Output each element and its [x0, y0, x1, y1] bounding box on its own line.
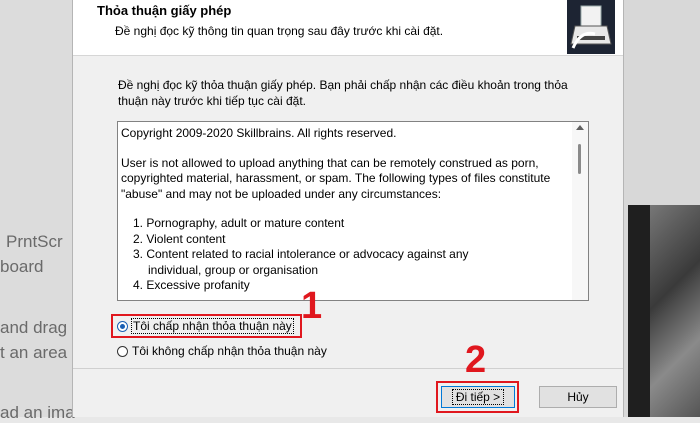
decline-label[interactable]: Tôi không chấp nhận thỏa thuận này [132, 344, 327, 358]
installer-dialog: Thỏa thuận giấy phép Đề nghị đọc kỹ thôn… [72, 0, 624, 417]
installer-logo-icon [567, 0, 615, 54]
background-text-line: board [0, 257, 44, 276]
license-paragraph: User is not allowed to upload anything t… [121, 155, 551, 201]
cancel-button-label: Hủy [567, 390, 589, 404]
next-button[interactable]: Đi tiếp > [441, 386, 515, 408]
license-textbox[interactable]: Copyright 2009-2020 Skillbrains. All rig… [117, 121, 589, 301]
background-text-line: PrntScr [6, 232, 63, 251]
license-list-item: 2. Violent content [133, 231, 226, 246]
scrollbar-thumb[interactable] [578, 144, 581, 174]
background-photo-edge [628, 205, 650, 417]
annotation-highlight-accept [111, 314, 302, 338]
license-list-item: 1. Pornography, adult or mature content [133, 216, 345, 230]
license-scrollbar[interactable] [572, 122, 588, 300]
page-subtitle: Đề nghị đọc kỹ thông tin quan trọng sau … [115, 24, 444, 38]
decline-option[interactable]: Tôi không chấp nhận thỏa thuận này [117, 342, 327, 360]
background-cat-photo [650, 205, 700, 417]
next-button-label: Đi tiếp > [451, 389, 505, 405]
license-copyright: Copyright 2009-2020 Skillbrains. All rig… [121, 126, 397, 140]
scroll-up-arrow-icon[interactable] [576, 125, 584, 130]
footer-divider [73, 368, 623, 369]
cancel-button[interactable]: Hủy [539, 386, 617, 408]
license-list-item: 4. Excessive profanity [133, 278, 250, 292]
background-right-panel [622, 0, 700, 417]
background-text-line: t an area [0, 343, 68, 362]
decline-radio[interactable] [117, 345, 128, 357]
page-title: Thỏa thuận giấy phép [97, 3, 232, 18]
license-intro-text: Đề nghị đọc kỹ thỏa thuận giấy phép. Bạn… [118, 78, 568, 108]
annotation-step-1: 1 [301, 285, 323, 327]
annotation-step-2: 2 [465, 339, 487, 381]
background-left-panel: PrntScr board and drag t an area ad an i… [0, 0, 75, 422]
dialog-header: Thỏa thuận giấy phép Đề nghị đọc kỹ thôn… [73, 0, 623, 56]
background-text-line: and drag [0, 318, 68, 337]
license-list-item: 3. Content related to racial intolerance… [133, 247, 469, 261]
license-list-item: individual, group or organisation [148, 262, 319, 277]
background-text-line: ad an ima [0, 403, 75, 422]
